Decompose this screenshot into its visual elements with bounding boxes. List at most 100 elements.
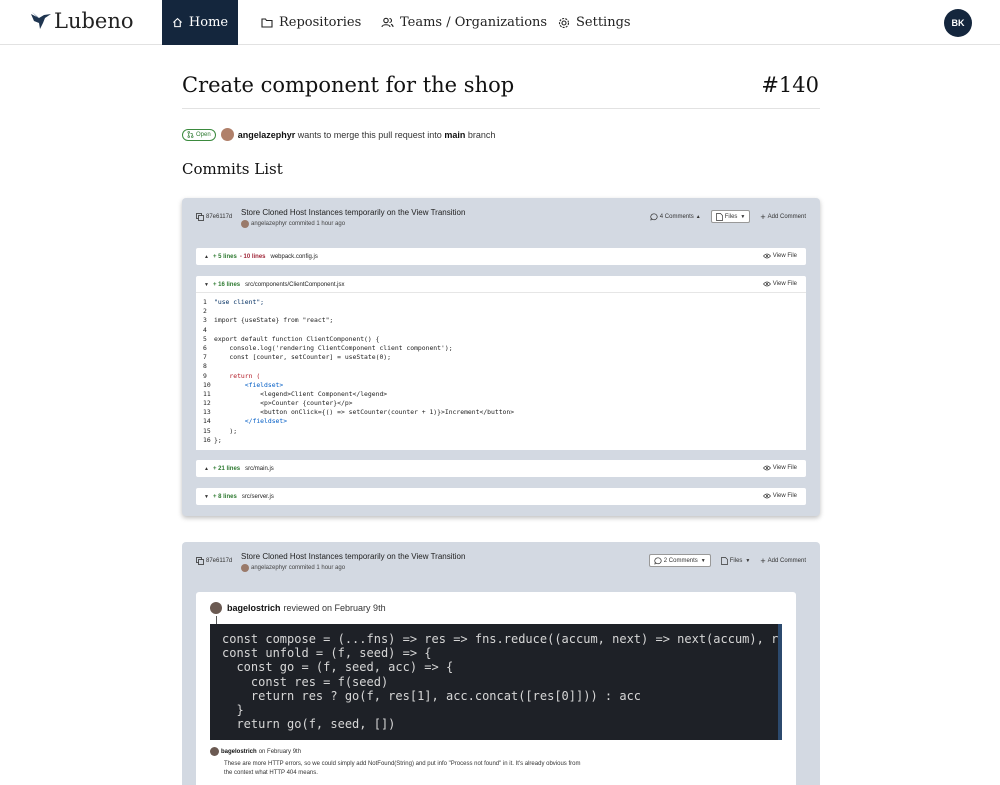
- eye-icon: [762, 465, 771, 471]
- add-comment-button[interactable]: + Add Comment: [760, 556, 806, 566]
- comment-author[interactable]: bagelostrich: [221, 749, 257, 755]
- lines-added: + 8 lines: [212, 493, 237, 500]
- gear-icon: [558, 17, 570, 28]
- add-comment-button[interactable]: + Add Comment: [760, 212, 806, 222]
- lines-added: + 5 lines: [212, 253, 237, 260]
- code-line: 3 import {useState} from "react";: [203, 316, 334, 325]
- files-dropdown[interactable]: Files ▼: [720, 556, 751, 565]
- commit-author-line: angelazephyr commited 1 hour ago: [251, 221, 346, 227]
- nav-home-label: Home: [188, 15, 229, 30]
- file-row[interactable]: ▼ + 16 lines src/components/ClientCompon…: [196, 276, 806, 293]
- view-file-label: View File: [772, 465, 797, 471]
- code-diff: 1 "use client"; 2 3 import {useState} from…: [196, 292, 806, 450]
- view-file-label: View File: [772, 281, 797, 287]
- home-icon: [172, 17, 182, 28]
- comments-toggle[interactable]: 4 Comments ▲: [650, 212, 701, 221]
- view-file-button[interactable]: View File: [762, 493, 797, 499]
- eye-icon: [762, 281, 771, 287]
- merge-text: wants to merge this pull request into: [297, 129, 442, 140]
- status-label: Open: [196, 131, 211, 138]
- commit-author-line: angelazephyr commited 1 hour ago: [251, 565, 346, 571]
- avatar[interactable]: [210, 602, 222, 614]
- code-line: }: [222, 703, 244, 718]
- copy-icon: [196, 213, 204, 221]
- code-line: const go = (f, seed, acc) => {: [222, 660, 454, 675]
- lines-removed: - 10 lines: [239, 253, 266, 260]
- comment-date: on February 9th: [258, 748, 302, 755]
- file-row[interactable]: ▲ + 5 lines - 10 lines webpack.config.js…: [196, 248, 806, 265]
- pr-meta: Open angelazephyr wants to merge this pu…: [182, 128, 495, 141]
- code-line: 5 export default function ClientComponent…: [203, 334, 380, 343]
- view-file-label: View File: [772, 493, 797, 499]
- brand-name: Lubeno: [54, 9, 134, 33]
- pr-number: #140: [761, 73, 819, 97]
- author-name[interactable]: angelazephyr: [238, 130, 296, 140]
- view-file-button[interactable]: View File: [762, 281, 797, 287]
- nav-repositories[interactable]: Repositories: [261, 0, 361, 45]
- nav-home[interactable]: Home: [162, 0, 238, 45]
- lines-added: + 21 lines: [212, 465, 241, 472]
- review-comment: bagelostrich on February 9th These are m…: [210, 747, 584, 778]
- caret-up-icon: ▲: [695, 213, 701, 220]
- users-icon: [381, 17, 394, 28]
- files-dropdown[interactable]: Files ▼: [710, 210, 751, 223]
- add-comment-label: Add Comment: [767, 213, 806, 220]
- view-file-button[interactable]: View File: [762, 253, 797, 259]
- code-line: return res ? go(f, res[1], acc.concat([r…: [222, 688, 642, 703]
- author-avatar[interactable]: [220, 128, 234, 141]
- comment-icon: [654, 556, 662, 565]
- commit-hash-text: 87e6117d: [206, 558, 233, 564]
- file-name: webpack.config.js: [270, 253, 318, 260]
- chevron-down-icon[interactable]: ▼: [204, 494, 209, 500]
- page-title: Create component for the shop: [182, 73, 515, 97]
- thread-line: [216, 616, 217, 624]
- code-line: const unfold = (f, seed) => {: [222, 646, 432, 661]
- folder-icon: [261, 18, 273, 28]
- chevron-up-icon[interactable]: ▲: [204, 254, 209, 260]
- status-badge: Open: [182, 128, 216, 141]
- title-divider: [182, 108, 820, 109]
- code-line: 15 );: [203, 426, 238, 435]
- code-line: const compose = (...fns) => res => fns.r…: [222, 632, 782, 646]
- plus-icon: +: [760, 211, 766, 222]
- commit-message[interactable]: Store Cloned Host Instances temporarily …: [241, 208, 465, 217]
- nav-teams[interactable]: Teams / Organizations: [381, 0, 547, 45]
- commit-hash[interactable]: 87e6117d: [196, 557, 232, 565]
- chevron-down-icon[interactable]: ▼: [204, 282, 209, 288]
- file-name: src/main.js: [245, 465, 274, 472]
- commit-actions: 2 Comments ▼ Files ▼ + Add Comment: [639, 554, 806, 567]
- comments-label: 2 Comments: [663, 557, 698, 564]
- plus-icon: +: [760, 555, 766, 566]
- nav-repositories-label: Repositories: [279, 15, 362, 30]
- code-line: 7 const [counter, setCounter] = useState…: [203, 353, 391, 362]
- lines-added: + 16 lines: [212, 281, 241, 288]
- code-line: 13 <button onClick={() => setCounter(cou…: [203, 408, 515, 417]
- code-line: const res = f(seed): [222, 674, 389, 689]
- view-file-button[interactable]: View File: [762, 465, 797, 471]
- reviewer-name[interactable]: bagelostrich: [227, 603, 281, 613]
- commit-message[interactable]: Store Cloned Host Instances temporarily …: [241, 552, 465, 561]
- chevron-up-icon[interactable]: ▲: [204, 466, 209, 472]
- code-line: 9 return (: [203, 371, 261, 380]
- commit-hash[interactable]: 87e6117d: [196, 213, 232, 221]
- code-line: return go(f, seed, []): [222, 717, 396, 732]
- nav-settings[interactable]: Settings: [558, 0, 631, 45]
- code-line: 14 </fieldset>: [203, 417, 288, 426]
- file-row[interactable]: ▲ + 21 lines src/main.js View File: [196, 460, 806, 477]
- user-avatar[interactable]: BK: [944, 9, 972, 37]
- caret-down-icon: ▼: [745, 557, 751, 564]
- file-row[interactable]: ▼ + 8 lines src/server.js View File: [196, 488, 806, 505]
- code-line: 10 <fieldset>: [203, 380, 284, 389]
- comments-toggle[interactable]: 2 Comments ▼: [648, 554, 711, 567]
- reviewed-text: reviewed on February 9th: [283, 603, 386, 613]
- brand-logo[interactable]: Lubeno: [30, 9, 134, 33]
- comment-header: bagelostrich on February 9th: [210, 747, 584, 756]
- caret-down-icon: ▼: [740, 213, 746, 220]
- code-line: 8: [203, 362, 207, 371]
- eye-icon: [762, 253, 771, 259]
- file-icon: [720, 556, 728, 565]
- file-icon: [715, 212, 723, 221]
- target-branch[interactable]: main: [444, 130, 465, 140]
- code-line: 11 <legend>Client Component</legend>: [203, 389, 388, 398]
- code-line: 6 console.log('rendering ClientComponent…: [203, 343, 453, 352]
